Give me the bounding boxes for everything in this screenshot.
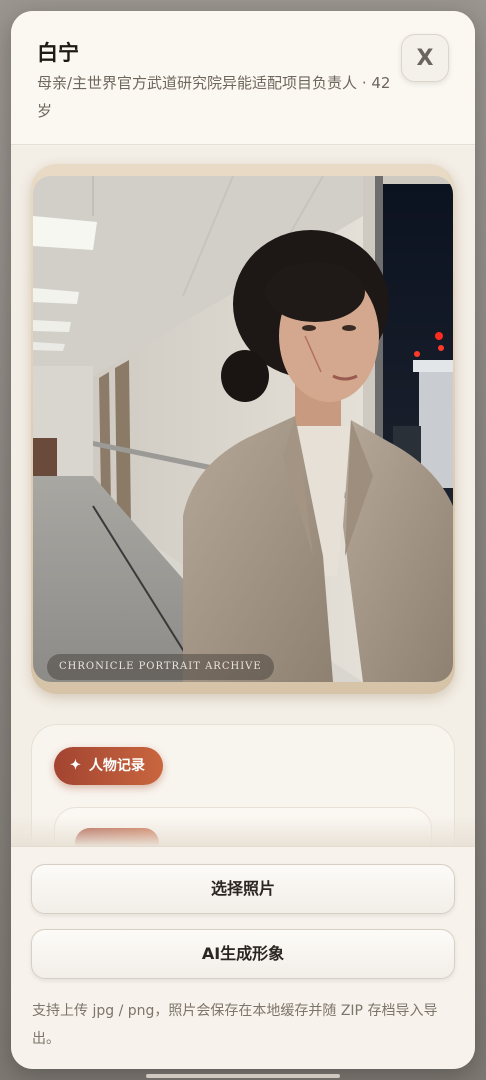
- home-indicator: [146, 1074, 340, 1078]
- portrait-watermark: CHRONICLE PORTRAIT ARCHIVE: [47, 654, 274, 680]
- portrait-image: [33, 176, 453, 682]
- choose-photo-button[interactable]: 选择照片: [31, 864, 455, 914]
- upload-hint: 支持上传 jpg / png，照片会保存在本地缓存并随 ZIP 存档导入导出。: [32, 1003, 438, 1047]
- character-sheet: 白宁 母亲/主世界官方武道研究院异能适配项目负责人 · 42岁 X CHRONI…: [11, 11, 475, 1069]
- photo-actions: 选择照片 AI生成形象 支持上传 jpg / png，照片会保存在本地缓存并随 …: [11, 846, 475, 1069]
- close-icon: X: [416, 45, 434, 71]
- record-tab-label: 人物记录: [88, 758, 145, 774]
- record-tab[interactable]: ✦ 人物记录: [54, 747, 163, 785]
- sparkle-icon: ✦: [70, 758, 81, 773]
- ai-generate-button[interactable]: AI生成形象: [31, 929, 455, 979]
- portrait-frame: CHRONICLE PORTRAIT ARCHIVE: [31, 164, 455, 694]
- character-role: 母亲/主世界官方武道研究院异能适配项目负责人 · 42岁: [37, 74, 391, 120]
- portrait-photo: CHRONICLE PORTRAIT ARCHIVE: [33, 176, 453, 682]
- sheet-header: 白宁 母亲/主世界官方武道研究院异能适配项目负责人 · 42岁 X: [11, 11, 475, 145]
- scroll-fade: [11, 816, 475, 846]
- scroll-content[interactable]: CHRONICLE PORTRAIT ARCHIVE ✦ 人物记录: [11, 146, 475, 927]
- close-button[interactable]: X: [401, 34, 449, 82]
- character-name: 白宁: [37, 40, 79, 65]
